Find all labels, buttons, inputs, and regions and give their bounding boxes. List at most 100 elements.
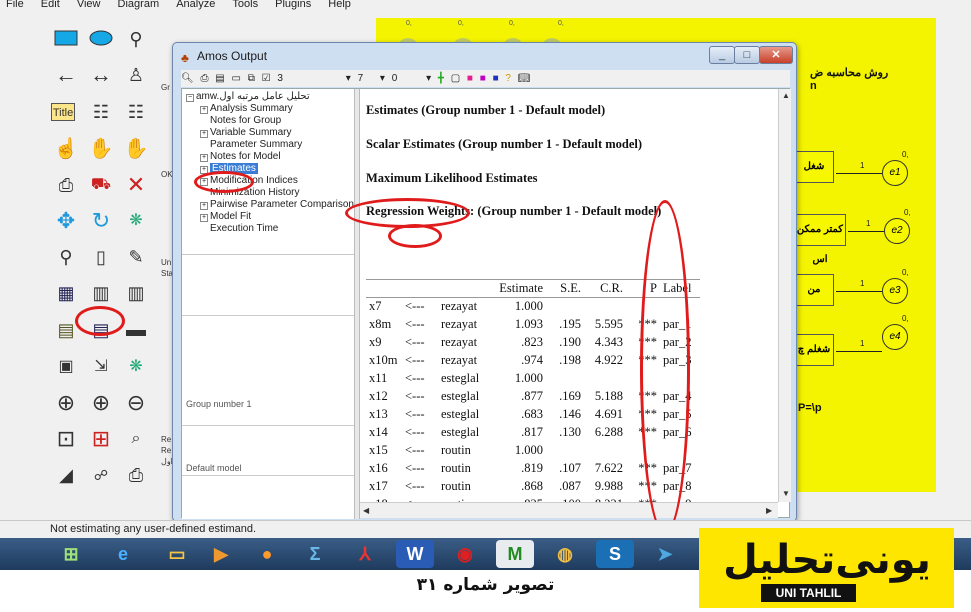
print-icon[interactable]: ⎙: [121, 460, 151, 490]
menu-tools[interactable]: Tools: [232, 0, 258, 10]
color-magenta-icon[interactable]: ■: [480, 70, 486, 87]
telegram-icon[interactable]: ➤: [646, 540, 684, 568]
double-arrow-tool-icon[interactable]: ↔: [86, 60, 116, 90]
word-icon[interactable]: W: [396, 540, 434, 568]
unique-variable-tool-icon[interactable]: ♙: [121, 60, 151, 90]
column-spinner[interactable]: 7: [358, 70, 364, 87]
menu-analyze[interactable]: Analyze: [176, 0, 215, 10]
move-object-icon[interactable]: ⛟: [86, 170, 116, 200]
calculator-app-icon[interactable]: Σ: [296, 540, 334, 568]
copy-clipboard-icon[interactable]: ▤: [51, 315, 81, 345]
scroll-right-icon[interactable]: ▶: [766, 506, 772, 515]
select-all-icon[interactable]: ✋: [86, 134, 116, 164]
color-blue-icon[interactable]: ■: [493, 70, 499, 87]
indent-spinner[interactable]: 0: [392, 70, 398, 87]
analysis-properties-icon[interactable]: ▥: [86, 278, 116, 308]
tree-item-estimates[interactable]: + Estimates: [200, 163, 258, 175]
collapse-icon[interactable]: −: [186, 94, 194, 102]
expand-icon[interactable]: +: [200, 178, 208, 186]
color-pink-icon[interactable]: ■: [467, 70, 473, 87]
rectangle-tool-icon[interactable]: [51, 26, 81, 56]
menu-diagram[interactable]: Diagram: [118, 0, 160, 10]
zoom-page-icon[interactable]: ⊡: [51, 424, 81, 454]
media-player-icon[interactable]: ▶: [202, 540, 240, 568]
rotate-indicator-icon[interactable]: ↻: [86, 206, 116, 236]
group-list-item[interactable]: Group number 1: [186, 399, 252, 409]
observed-variable-box[interactable]: شغلم چ: [794, 334, 834, 366]
calculate-estimates-icon[interactable]: ▥: [121, 278, 151, 308]
tree-item-notes-model[interactable]: + Notes for Model: [200, 151, 281, 163]
pdf-reader-icon[interactable]: ⅄: [346, 540, 384, 568]
menu-edit[interactable]: Edit: [41, 0, 60, 10]
tree-item-analysis-summary[interactable]: + Analysis Summary: [200, 103, 293, 115]
tree-item-modification-indices[interactable]: + Modification Indices: [200, 175, 298, 187]
menu-help[interactable]: Help: [328, 0, 351, 10]
observed-variable-box[interactable]: کمتر ممکن اس: [794, 214, 846, 265]
spinner-arrow-icon[interactable]: ▾: [426, 70, 431, 87]
camera-app-icon[interactable]: ◉: [446, 540, 484, 568]
menu-file[interactable]: File: [6, 0, 24, 10]
help-icon[interactable]: ?: [505, 70, 511, 87]
copy-icon[interactable]: ⧉: [248, 70, 255, 87]
horizontal-scrollbar[interactable]: ◀ ▶: [360, 502, 778, 518]
tree-item-pairwise-comparisons[interactable]: + Pairwise Parameter Comparisons: [200, 199, 354, 211]
options-icon[interactable]: ☑: [262, 70, 271, 87]
tree-item-notes-group[interactable]: Notes for Group: [210, 115, 281, 127]
list-data-icon[interactable]: ☷: [121, 97, 151, 127]
object-properties-icon[interactable]: ▣: [51, 352, 81, 382]
zoom-out-icon[interactable]: ⊖: [121, 388, 151, 418]
maximize-button[interactable]: □: [734, 46, 760, 64]
spss-icon[interactable]: S: [596, 540, 634, 568]
scroll-icon[interactable]: ▯: [86, 242, 116, 272]
loupe-icon[interactable]: ⌕: [121, 424, 151, 454]
ellipse-tool-icon[interactable]: [86, 26, 116, 56]
zoom-in-icon[interactable]: ⊕: [86, 388, 116, 418]
move-parameter-icon[interactable]: ⚲: [51, 242, 81, 272]
page-setup-icon[interactable]: ▤: [215, 70, 224, 87]
close-button[interactable]: ✕: [759, 46, 793, 64]
multiple-group-icon[interactable]: ☍: [86, 460, 116, 490]
deselect-icon[interactable]: ✋: [121, 134, 151, 164]
expand-icon[interactable]: +: [200, 166, 208, 174]
resize-shape-icon[interactable]: ✥: [51, 206, 81, 236]
reflect-indicator-icon[interactable]: ❋: [121, 206, 151, 236]
preserve-symmetries-icon[interactable]: ❋: [121, 352, 151, 382]
save-diagram-icon[interactable]: ▬: [121, 315, 151, 345]
select-one-icon[interactable]: ☝: [51, 134, 81, 164]
table-grid-icon[interactable]: ╋: [438, 70, 444, 87]
view-text-icon[interactable]: ▤: [86, 315, 116, 345]
expand-icon[interactable]: +: [200, 154, 208, 162]
touch-up-icon[interactable]: ✎: [121, 242, 151, 272]
tree-item-model-fit[interactable]: + Model Fit: [200, 211, 251, 223]
internet-explorer-icon[interactable]: e: [104, 540, 142, 568]
scroll-down-icon[interactable]: ▼: [782, 489, 790, 498]
minimize-button[interactable]: _: [709, 46, 735, 64]
expand-icon[interactable]: +: [200, 130, 208, 138]
spinner-arrow-icon[interactable]: ▾: [380, 70, 385, 87]
indicator-tool-icon[interactable]: ⚲: [121, 24, 151, 54]
vertical-scrollbar[interactable]: ▲ ▼: [778, 89, 791, 502]
observed-variable-box[interactable]: من: [794, 274, 834, 306]
zoom-select-icon[interactable]: ⊕: [51, 388, 81, 418]
expand-icon[interactable]: +: [200, 106, 208, 114]
print-icon[interactable]: ⎙: [200, 70, 208, 87]
observed-variable-box[interactable]: شغل: [794, 151, 834, 183]
bayesian-icon[interactable]: ◢: [51, 460, 81, 490]
decimals-spinner[interactable]: 3: [277, 70, 283, 87]
book-icon[interactable]: 📖︎: [518, 70, 531, 87]
fit-page-icon[interactable]: ⊞: [86, 424, 116, 454]
model-list-item[interactable]: Default model: [186, 463, 242, 473]
drag-properties-icon[interactable]: ⇲: [86, 352, 116, 382]
tree-item-variable-summary[interactable]: + Variable Summary: [200, 127, 292, 139]
menu-plugins[interactable]: Plugins: [275, 0, 311, 10]
single-arrow-tool-icon[interactable]: ←: [51, 60, 81, 90]
minitab-icon[interactable]: M: [496, 540, 534, 568]
expand-icon[interactable]: +: [200, 214, 208, 222]
print-preview-icon[interactable]: 🔍︎: [181, 70, 194, 87]
error-circle-e3[interactable]: e3: [882, 278, 908, 304]
menu-view[interactable]: View: [77, 0, 101, 10]
file-explorer-icon[interactable]: ▭: [158, 540, 196, 568]
tree-item-parameter-summary[interactable]: Parameter Summary: [210, 139, 302, 151]
error-circle-e1[interactable]: e1: [882, 160, 908, 186]
error-circle-e2[interactable]: e2: [884, 218, 910, 244]
